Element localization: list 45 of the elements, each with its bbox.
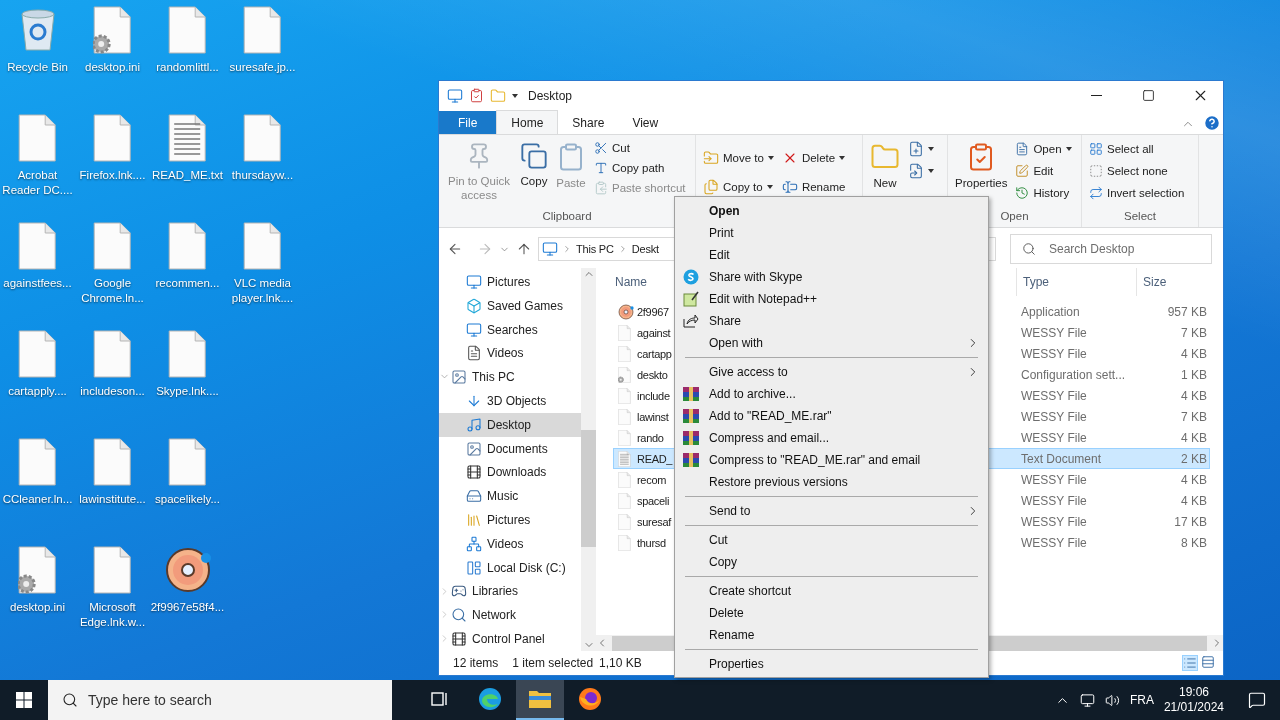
- file-size: 4 KB: [1180, 346, 1208, 361]
- file-name: lawinst: [637, 410, 669, 423]
- file-size: 4 KB: [1180, 430, 1208, 445]
- group-label: Select: [1123, 210, 1157, 224]
- file-type: Text Document: [1021, 451, 1103, 466]
- file-name: suresaf: [637, 515, 671, 528]
- file-size: 4 KB: [1180, 472, 1208, 487]
- file-name: READ_: [637, 452, 673, 465]
- file-name: 2f9967: [637, 305, 669, 318]
- clock-date: 21/01/2024: [1163, 700, 1224, 715]
- file-name: cartapp: [637, 347, 672, 360]
- file-size: 4 KB: [1180, 388, 1208, 403]
- file-type: WESSY File: [1021, 472, 1088, 487]
- window-title: Desktop: [528, 88, 574, 103]
- file-type: WESSY File: [1021, 346, 1088, 361]
- file-type: WESSY File: [1021, 493, 1088, 508]
- group-label: Clipboard: [541, 210, 593, 224]
- file-size: 1 KB: [1180, 367, 1208, 382]
- file-size: 8 KB: [1180, 535, 1208, 550]
- group-label: Open: [999, 210, 1030, 224]
- selection-size: 1,10 KB: [599, 656, 642, 670]
- file-size: 7 KB: [1180, 409, 1208, 424]
- file-name: thursd: [637, 536, 666, 549]
- file-type: WESSY File: [1021, 430, 1088, 445]
- file-name: recom: [637, 473, 667, 486]
- file-name: include: [637, 389, 670, 402]
- file-name: spaceli: [637, 494, 670, 507]
- file-type: WESSY File: [1021, 388, 1088, 403]
- file-type: Application: [1021, 304, 1081, 319]
- file-type: WESSY File: [1021, 325, 1088, 340]
- file-type: WESSY File: [1021, 514, 1088, 529]
- file-size: 17 KB: [1173, 514, 1208, 529]
- clock-time: 19:06: [1178, 685, 1209, 700]
- file-size: 4 KB: [1180, 493, 1208, 508]
- file-type: Configuration sett...: [1021, 367, 1127, 382]
- file-name: deskto: [637, 368, 668, 381]
- file-name: against: [637, 326, 671, 339]
- file-size: 2 KB: [1180, 451, 1208, 466]
- file-size: 957 KB: [1166, 304, 1208, 319]
- item-count: 12 items: [453, 656, 499, 670]
- file-name: rando: [637, 431, 664, 444]
- file-type: WESSY File: [1021, 535, 1088, 550]
- file-size: 7 KB: [1180, 325, 1208, 340]
- selection-count: 1 item selected: [512, 656, 594, 670]
- file-type: WESSY File: [1021, 409, 1088, 424]
